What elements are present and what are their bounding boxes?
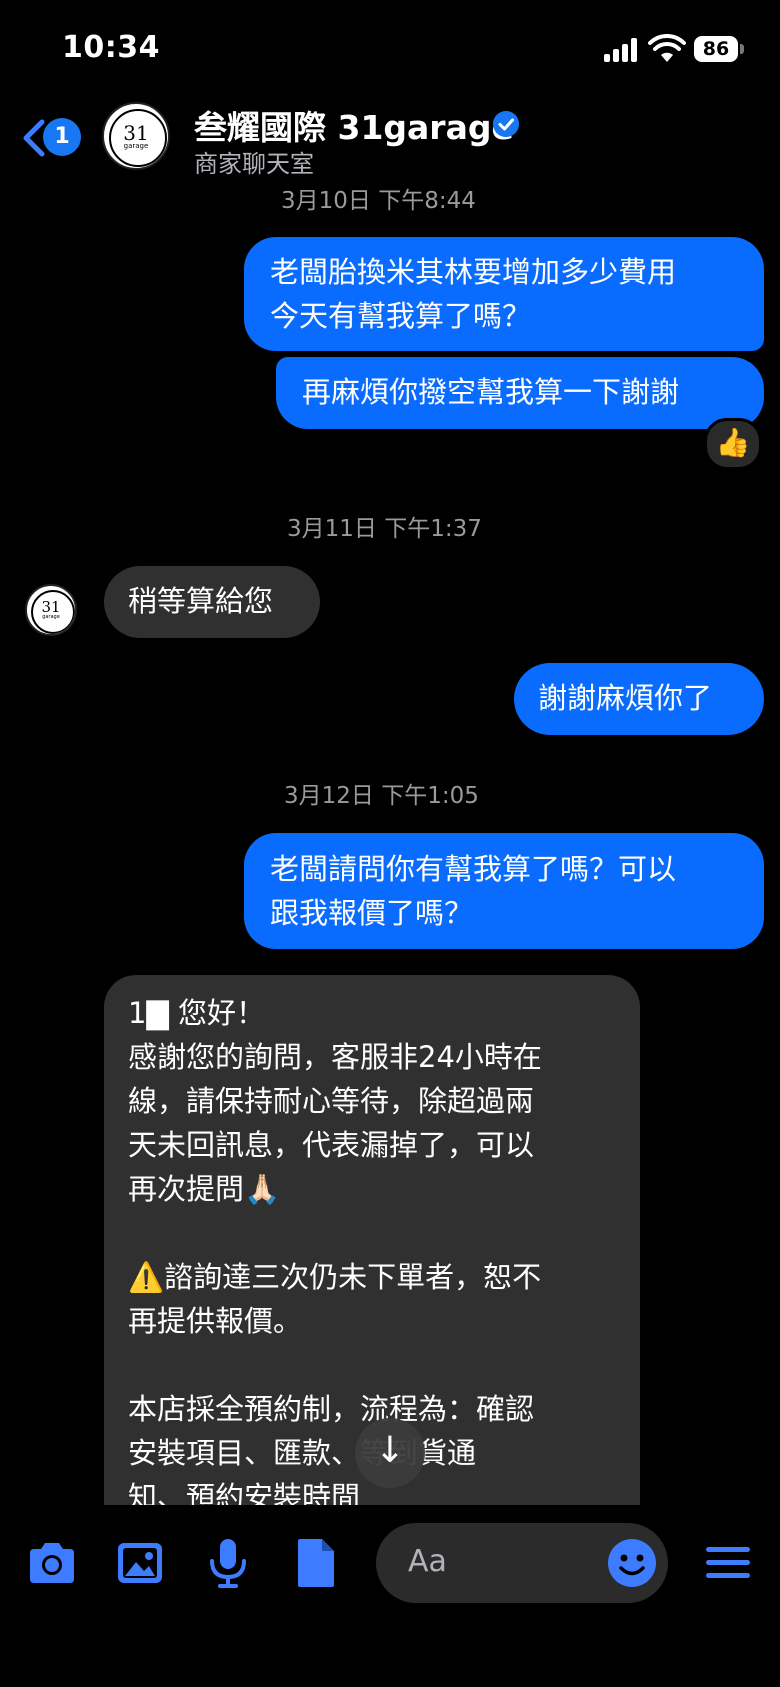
scroll-to-bottom-button[interactable]: ↓ [355,1418,425,1488]
battery-icon: 86 [694,36,738,62]
image-icon[interactable] [112,1535,168,1591]
thumbs-up-reaction-icon[interactable]: 👍 [704,418,762,470]
timestamp: 3月10日 下午8:44 [281,188,476,214]
status-time: 10:34 [62,30,160,65]
message-text: 稍等算給您 [128,584,274,618]
unread-badge[interactable]: 1 [43,118,81,156]
outgoing-message[interactable]: 老闆胎換米其林要增加多少費用 今天有幫我算了嗎？ [244,237,764,351]
arrow-down-icon: ↓ [374,1430,406,1471]
outgoing-message[interactable]: 謝謝麻煩你了 [514,663,764,735]
verified-badge-icon [493,111,519,137]
outgoing-message[interactable]: 老闆請問你有幫我算了嗎？可以 跟我報價了嗎？ [244,833,764,949]
message-text: 謝謝麻煩你了 [538,681,713,715]
message-line: 老闆胎換米其林要增加多少費用 [270,255,677,289]
message-line: 今天有幫我算了嗎？ [270,299,532,333]
cellular-signal-icon [604,38,638,62]
file-icon[interactable] [288,1535,344,1591]
battery-tip [740,44,744,54]
chat-subtitle: 商家聊天室 [194,150,314,178]
wifi-icon [648,34,686,62]
timestamp: 3月11日 下午1:37 [287,516,482,542]
emoji-icon[interactable] [604,1535,660,1591]
avatar-ring [109,109,167,167]
timestamp: 3月12日 下午1:05 [284,783,479,809]
avatar-ring [31,590,75,634]
outgoing-message[interactable]: 再麻煩你撥空幫我算一下謝謝 [276,357,764,429]
message-text: 再麻煩你撥空幫我算一下謝謝 [302,375,680,409]
avatar[interactable]: 31 garage [102,102,170,170]
microphone-icon[interactable] [200,1535,256,1591]
sender-avatar[interactable]: 31 garage [25,584,77,636]
message-input-placeholder: Aa [408,1544,447,1579]
chat-title[interactable]: 叁耀國際 31garage [194,101,514,149]
message-line: 老闆請問你有幫我算了嗎？可以 [270,852,677,886]
incoming-message[interactable]: 稍等算給您 [104,566,320,638]
menu-icon[interactable] [700,1535,756,1591]
message-line: 跟我報價了嗎？ [270,896,474,930]
camera-icon[interactable] [24,1535,80,1591]
